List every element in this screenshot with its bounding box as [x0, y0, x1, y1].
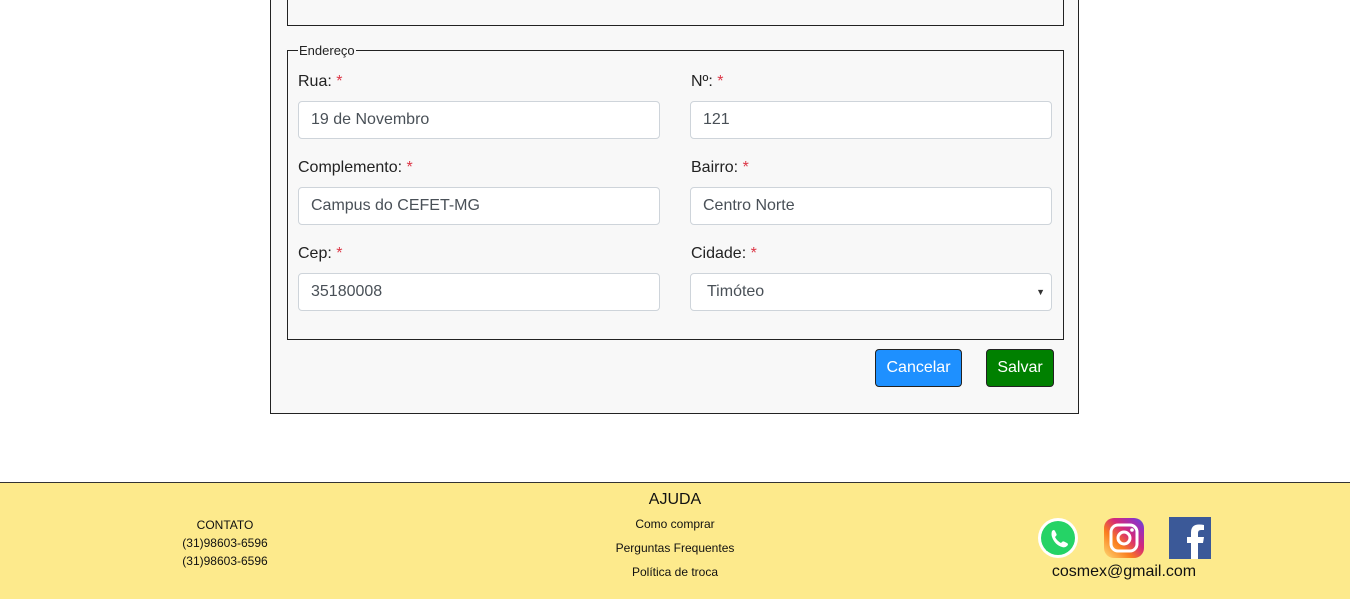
whatsapp-icon[interactable] [1037, 517, 1079, 559]
address-legend: Endereço [298, 43, 356, 58]
required-mark: * [742, 159, 749, 176]
help-link-how-to-buy[interactable]: Como comprar [575, 517, 775, 531]
required-mark: * [336, 245, 343, 262]
required-mark: * [750, 245, 757, 262]
help-link-return-policy[interactable]: Política de troca [575, 565, 775, 579]
footer: CONTATO (31)98603-6596 (31)98603-6596 AJ… [0, 482, 1350, 599]
contact-title: CONTATO [196, 518, 254, 532]
required-mark: * [406, 159, 413, 176]
contact-email: cosmex@gmail.com [1051, 563, 1197, 580]
numero-label: Nº: * [691, 73, 724, 90]
save-button[interactable]: Salvar [986, 349, 1054, 387]
rua-input[interactable]: 19 de Novembro [298, 101, 660, 139]
contact-phone: (31)98603-6596 [182, 554, 268, 568]
bairro-input[interactable]: Centro Norte [690, 187, 1052, 225]
complemento-label: Complemento: * [298, 159, 413, 176]
bairro-label: Bairro: * [691, 159, 749, 176]
required-mark: * [336, 73, 343, 90]
cidade-select[interactable]: Timóteo ▼ [690, 273, 1052, 311]
cep-label: Cep: * [298, 245, 343, 262]
cancel-button[interactable]: Cancelar [875, 349, 962, 387]
form-panel: Endereço Rua: * 19 de Novembro Nº: * 121… [270, 0, 1079, 414]
facebook-icon[interactable] [1169, 517, 1211, 559]
help-link-faq[interactable]: Perguntas Frequentes [575, 541, 775, 555]
previous-fieldset [287, 0, 1064, 26]
rua-label: Rua: * [298, 73, 343, 90]
complemento-input[interactable]: Campus do CEFET-MG [298, 187, 660, 225]
required-mark: * [717, 73, 724, 90]
address-fieldset: Endereço Rua: * 19 de Novembro Nº: * 121… [287, 44, 1064, 340]
instagram-icon[interactable] [1103, 517, 1145, 559]
chevron-down-icon: ▼ [1036, 287, 1045, 297]
cidade-label: Cidade: * [691, 245, 757, 262]
cep-input[interactable]: 35180008 [298, 273, 660, 311]
contact-phone: (31)98603-6596 [182, 536, 268, 550]
help-title: AJUDA [648, 491, 702, 508]
numero-input[interactable]: 121 [690, 101, 1052, 139]
